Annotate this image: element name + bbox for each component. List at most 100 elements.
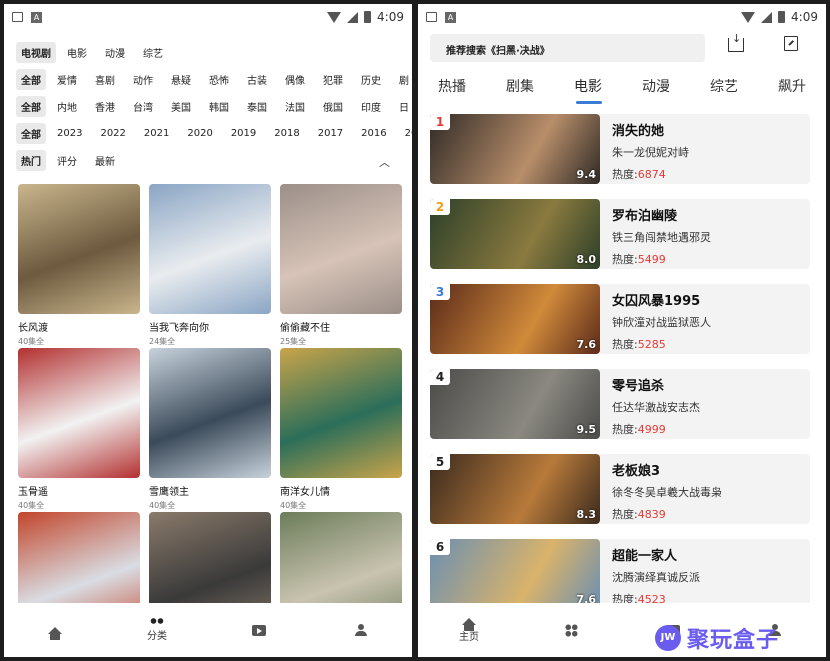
year-chip[interactable]: 2022 <box>93 125 132 142</box>
video-card[interactable]: 偷偷藏不住 25集全 <box>280 184 402 347</box>
region-chip[interactable]: 全部 <box>16 95 46 117</box>
year-chip[interactable]: 全部 <box>16 122 46 144</box>
genre-chip[interactable]: 犯罪 <box>316 69 350 90</box>
nav-live[interactable] <box>219 610 299 650</box>
genre-chip[interactable]: 爱情 <box>50 69 84 90</box>
history-icon[interactable] <box>784 36 798 51</box>
tab-channel[interactable]: 电影 <box>554 70 622 104</box>
rank-number: 4 <box>430 369 450 385</box>
video-card[interactable]: 玉骨遥 40集全 <box>18 348 140 511</box>
region-chip[interactable]: 香港 <box>88 96 122 117</box>
video-title: 长风渡 <box>18 323 48 334</box>
battery-icon <box>364 11 372 23</box>
video-title: 雪鹰领主 <box>149 487 189 498</box>
region-chip[interactable]: 台湾 <box>126 96 160 117</box>
nav-profile[interactable] <box>321 610 401 650</box>
region-chip[interactable]: 内地 <box>50 96 84 117</box>
video-card[interactable]: 当我飞奔向你 24集全 <box>149 184 271 347</box>
region-chip[interactable]: 法国 <box>278 96 312 117</box>
video-card[interactable]: 雪鹰领主 40集全 <box>149 348 271 511</box>
video-card[interactable]: 南洋女儿情 40集全 <box>280 348 402 511</box>
category-chip[interactable]: 综艺 <box>136 42 170 63</box>
region-chip[interactable]: 泰国 <box>240 96 274 117</box>
watermark-logo: JW <box>655 625 681 651</box>
heat-label: 热度: <box>612 508 638 521</box>
ranking-item[interactable]: 4 9.5 零号追杀 任达华激战安志杰 热度:4999 <box>430 369 810 439</box>
year-chip[interactable]: 2016 <box>354 125 393 142</box>
region-chip[interactable]: 韩国 <box>202 96 236 117</box>
genre-chip[interactable]: 喜剧 <box>88 69 122 90</box>
ranking-poster[interactable]: 2 8.0 <box>430 199 600 269</box>
category-chip[interactable]: 动漫 <box>98 42 132 63</box>
app-notification-icon: A <box>445 11 456 23</box>
tab-channel[interactable]: 飙升 <box>758 70 826 100</box>
genre-chip[interactable]: 历史 <box>354 69 388 90</box>
year-chip[interactable]: 2017 <box>311 125 350 142</box>
video-poster[interactable] <box>280 184 402 314</box>
year-chip[interactable]: 2020 <box>180 125 219 142</box>
watermark: JW 聚玩盒子 <box>655 622 779 654</box>
ranking-poster[interactable]: 5 8.3 <box>430 454 600 524</box>
region-chip[interactable]: 俄国 <box>316 96 350 117</box>
region-chip[interactable]: 美国 <box>164 96 198 117</box>
video-card[interactable]: 长风渡 40集全 <box>18 184 140 347</box>
video-poster[interactable] <box>18 348 140 478</box>
video-poster[interactable] <box>149 184 271 314</box>
episode-count: 40集全 <box>18 501 45 510</box>
user-icon <box>355 624 367 636</box>
ranking-poster[interactable]: 4 9.5 <box>430 369 600 439</box>
video-title: 南洋女儿情 <box>280 487 330 498</box>
channel-tabs: 热播 剧集 电影 动漫 综艺 飙升 <box>418 70 826 104</box>
tab-channel[interactable]: 综艺 <box>690 70 758 100</box>
tab-channel[interactable]: 热播 <box>418 70 486 100</box>
tab-channel[interactable]: 剧集 <box>486 70 554 100</box>
ranking-item[interactable]: 2 8.0 罗布泊幽陵 铁三角闯禁地遇邪灵 热度:5499 <box>430 199 810 269</box>
download-icon[interactable] <box>728 32 744 52</box>
nav-home[interactable]: 主页 <box>429 610 509 650</box>
search-input[interactable]: 推荐搜索《扫黑·决战》 <box>430 34 705 62</box>
heat-label: 热度: <box>612 338 638 351</box>
genre-chip[interactable]: 动作 <box>126 69 160 90</box>
ranking-item[interactable]: 6 7.6 超能一家人 沈腾演绎真诚反派 热度:4523 <box>430 539 810 609</box>
episode-count: 24集全 <box>149 337 176 346</box>
heat-number: 4839 <box>637 508 666 521</box>
ranking-item[interactable]: 3 7.6 女囚风暴1995 钟欣潼对战监狱恶人 热度:5285 <box>430 284 810 354</box>
rank-number: 6 <box>430 539 450 555</box>
sort-chip[interactable]: 评分 <box>50 150 84 171</box>
sort-chip[interactable]: 最新 <box>88 150 122 171</box>
genre-chip[interactable]: 全部 <box>16 68 46 90</box>
tab-channel[interactable]: 动漫 <box>622 70 690 100</box>
nav-home[interactable] <box>15 610 95 650</box>
genre-chip[interactable]: 剧 <box>392 69 412 90</box>
nav-category[interactable] <box>531 610 611 650</box>
category-chip[interactable]: 电影 <box>60 42 94 63</box>
year-chip[interactable]: 2023 <box>50 125 89 142</box>
video-poster[interactable] <box>149 348 271 478</box>
ranking-item[interactable]: 5 8.3 老板娘3 徐冬冬吴卓羲大战毒枭 热度:4839 <box>430 454 810 524</box>
year-chip[interactable]: 2019 <box>224 125 263 142</box>
region-chip[interactable]: 印度 <box>354 96 388 117</box>
nav-category[interactable]: 分类 <box>117 610 197 650</box>
year-chip[interactable]: 2021 <box>137 125 176 142</box>
category-chip[interactable]: 电视剧 <box>16 41 56 63</box>
ranking-poster[interactable]: 6 7.6 <box>430 539 600 609</box>
video-poster[interactable] <box>18 184 140 314</box>
genre-chip[interactable]: 悬疑 <box>164 69 198 90</box>
region-chip[interactable]: 日 <box>392 96 412 117</box>
ranking-poster[interactable]: 3 7.6 <box>430 284 600 354</box>
collapse-filters-icon[interactable]: ︿ <box>379 154 390 170</box>
year-filter-row: 全部20232022 20212020 20192018 20172016 2015 <box>16 122 412 144</box>
genre-chip[interactable]: 古装 <box>240 69 274 90</box>
ranking-item[interactable]: 1 9.4 消失的她 朱一龙倪妮对峙 热度:6874 <box>430 114 810 184</box>
watermark-text: 聚玩盒子 <box>687 628 780 653</box>
ranking-title: 超能一家人 <box>612 549 678 564</box>
video-poster[interactable] <box>280 348 402 478</box>
year-chip[interactable]: 2015 <box>398 125 412 142</box>
sort-chip[interactable]: 热门 <box>16 149 46 171</box>
ranking-poster[interactable]: 1 9.4 <box>430 114 600 184</box>
genre-chip[interactable]: 恐怖 <box>202 69 236 90</box>
rank-number: 2 <box>430 199 450 215</box>
genre-chip[interactable]: 偶像 <box>278 69 312 90</box>
ranking-title: 罗布泊幽陵 <box>612 209 678 224</box>
year-chip[interactable]: 2018 <box>267 125 306 142</box>
